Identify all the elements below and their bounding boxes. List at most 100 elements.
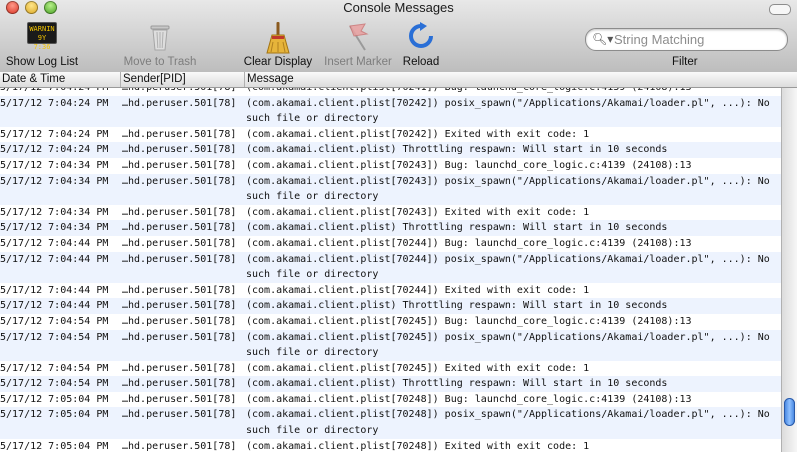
log-date: 5/17/12 7:04:44 PM	[0, 284, 109, 296]
log-message: (com.akamai.client.plist[70244]) posix_s…	[246, 253, 770, 281]
insert-marker-label: Insert Marker	[324, 56, 392, 68]
log-date: 5/17/12 7:04:34 PM	[0, 175, 109, 187]
warning-log-icon: WARNIN 9Y 7:36	[27, 22, 57, 51]
log-sender: …hd.peruser.501[78]	[122, 440, 237, 452]
log-row[interactable]: 5/17/12 7:04:24 PM …hd.peruser.501[78] (co…	[0, 127, 781, 143]
log-sender: …hd.peruser.501[78]	[122, 393, 237, 405]
trash-icon	[150, 25, 170, 51]
log-date: 5/17/12 7:05:04 PM	[0, 393, 109, 405]
log-row[interactable]: 5/17/12 7:05:04 PM …hd.peruser.501[78] (co…	[0, 439, 781, 452]
filter-search-field[interactable]: 🔍︎▾	[585, 28, 788, 51]
log-message: (com.akamai.client.plist) Throttling res…	[246, 222, 668, 234]
log-row[interactable]: 5/17/12 7:04:54 PM …hd.peruser.501[78] (co…	[0, 329, 781, 361]
log-row[interactable]: 5/17/12 7:05:04 PM …hd.peruser.501[78] (co…	[0, 392, 781, 408]
log-message: (com.akamai.client.plist[70248]) Bug: la…	[246, 393, 692, 405]
log-message: (com.akamai.client.plist[70245]) posix_s…	[246, 331, 770, 359]
column-header-sender[interactable]: Sender[PID]	[121, 72, 245, 87]
log-sender: …hd.peruser.501[78]	[122, 315, 237, 327]
log-date: 5/17/12 7:04:54 PM	[0, 315, 109, 327]
log-date: 5/17/12 7:04:54 PM	[0, 378, 109, 390]
log-sender: …hd.peruser.501[78]	[122, 144, 237, 156]
search-input[interactable]	[612, 30, 781, 49]
log-date: 5/17/12 7:04:24 PM	[0, 128, 109, 140]
log-message: (com.akamai.client.plist[70245]) Bug: la…	[246, 315, 692, 327]
log-sender: …hd.peruser.501[78]	[122, 175, 237, 187]
log-row[interactable]: 5/17/12 7:04:24 PM …hd.peruser.501[78] (co…	[0, 95, 781, 127]
log-sender: …hd.peruser.501[78]	[122, 206, 237, 218]
log-date: 5/17/12 7:04:24 PM	[0, 144, 109, 156]
log-row[interactable]: 5/17/12 7:04:44 PM …hd.peruser.501[78] (co…	[0, 283, 781, 299]
log-sender: …hd.peruser.501[78]	[122, 222, 237, 234]
log-message: (com.akamai.client.plist[70242]) Exited …	[246, 128, 590, 140]
broom-icon	[266, 22, 290, 54]
log-message: (com.akamai.client.plist[70241]) Bug: la…	[246, 88, 776, 96]
log-message: (com.akamai.client.plist[70243]) Bug: la…	[246, 159, 692, 171]
log-date: 5/17/12 7:04:34 PM	[0, 222, 109, 234]
show-log-list-label: Show Log List	[5, 56, 79, 68]
log-row[interactable]: 5/17/12 7:04:54 PM …hd.peruser.501[78] (co…	[0, 376, 781, 392]
log-date: 5/17/12 7:04:44 PM	[0, 253, 109, 265]
toolbar-toggle-button[interactable]	[769, 4, 791, 15]
log-row[interactable]: 5/17/12 7:04:34 PM …hd.peruser.501[78] (co…	[0, 205, 781, 221]
log-table[interactable]: 5/17/12 7:04:24 PM …hd.peruser.501[78] (co…	[0, 88, 781, 452]
log-date: 5/17/12 7:05:04 PM	[0, 409, 109, 421]
log-row[interactable]: 5/17/12 7:04:54 PM …hd.peruser.501[78] (co…	[0, 314, 781, 330]
log-row[interactable]: 5/17/12 7:04:24 PM …hd.peruser.501[78] (co…	[0, 142, 781, 158]
log-date: 5/17/12 7:04:24 PM	[0, 97, 109, 109]
log-date: 5/17/12 7:04:34 PM	[0, 206, 109, 218]
column-headers: Date & Time Sender[PID] Message	[0, 72, 797, 88]
clear-display-label: Clear Display	[243, 56, 313, 68]
scrollbar-thumb[interactable]	[784, 398, 795, 426]
log-sender: …hd.peruser.501[78]	[122, 128, 237, 140]
log-message: (com.akamai.client.plist) Throttling res…	[246, 144, 668, 156]
log-date: 5/17/12 7:04:54 PM	[0, 331, 109, 343]
log-row[interactable]: 5/17/12 7:04:44 PM …hd.peruser.501[78] (co…	[0, 298, 781, 314]
reload-icon	[409, 22, 433, 48]
move-to-trash-label: Move to Trash	[123, 56, 197, 68]
log-sender: …hd.peruser.501[78]	[122, 378, 237, 390]
log-message: (com.akamai.client.plist[70243]) posix_s…	[246, 175, 770, 203]
column-header-message[interactable]: Message	[245, 72, 781, 87]
log-row[interactable]: 5/17/12 7:04:34 PM …hd.peruser.501[78] (co…	[0, 173, 781, 205]
log-sender: …hd.peruser.501[78]	[122, 97, 237, 109]
log-message: (com.akamai.client.plist) Throttling res…	[246, 378, 668, 390]
log-row[interactable]: 5/17/12 7:04:34 PM …hd.peruser.501[78] (co…	[0, 158, 781, 174]
log-date: 5/17/12 7:04:24 PM	[0, 88, 108, 96]
vertical-scrollbar[interactable]	[781, 88, 797, 452]
log-message: (com.akamai.client.plist[70242]) posix_s…	[246, 97, 770, 125]
window-toolbar: Console Messages WARNIN 9Y 7:36 Show Log …	[0, 0, 797, 73]
log-message: (com.akamai.client.plist[70248]) Exited …	[246, 440, 590, 452]
log-sender: …hd.peruser.501[78]	[122, 331, 237, 343]
column-header-date[interactable]: Date & Time	[0, 72, 121, 87]
log-sender: …hd.peruser.501[78]	[122, 237, 237, 249]
log-sender: …hd.peruser.501[78]	[122, 300, 237, 312]
log-date: 5/17/12 7:04:34 PM	[0, 159, 109, 171]
log-row[interactable]: 5/17/12 7:04:44 PM …hd.peruser.501[78] (co…	[0, 236, 781, 252]
log-message: (com.akamai.client.plist[70244]) Exited …	[246, 284, 590, 296]
window-title: Console Messages	[343, 0, 454, 15]
log-row[interactable]: 5/17/12 7:04:24 PM …hd.peruser.501[78] (co…	[0, 88, 781, 96]
log-sender: …hd.peruser.501[78]	[122, 409, 237, 421]
log-date: 5/17/12 7:05:04 PM	[0, 440, 109, 452]
log-sender: …hd.peruser.501[78]	[122, 284, 237, 296]
log-sender: …hd.peruser.501[78]	[122, 159, 237, 171]
log-message: (com.akamai.client.plist[70245]) Exited …	[246, 362, 590, 374]
log-message: (com.akamai.client.plist[70243]) Exited …	[246, 206, 590, 218]
log-message: (com.akamai.client.plist[70244]) Bug: la…	[246, 237, 692, 249]
log-message: (com.akamai.client.plist[70248]) posix_s…	[246, 409, 770, 437]
log-row[interactable]: 5/17/12 7:04:44 PM …hd.peruser.501[78] (co…	[0, 251, 781, 283]
log-sender: …hd.peruser.501[78]	[122, 253, 237, 265]
log-row[interactable]: 5/17/12 7:04:54 PM …hd.peruser.501[78] (co…	[0, 361, 781, 377]
log-date: 5/17/12 7:04:44 PM	[0, 300, 109, 312]
flag-marker-icon	[349, 23, 369, 51]
log-sender: …hd.peruser.501[78]	[122, 88, 236, 96]
filter-label: Filter	[672, 56, 698, 68]
log-date: 5/17/12 7:04:44 PM	[0, 237, 109, 249]
log-message: (com.akamai.client.plist) Throttling res…	[246, 300, 668, 312]
log-date: 5/17/12 7:04:54 PM	[0, 362, 109, 374]
reload-label: Reload	[402, 56, 440, 68]
log-row[interactable]: 5/17/12 7:04:34 PM …hd.peruser.501[78] (co…	[0, 220, 781, 236]
log-row[interactable]: 5/17/12 7:05:04 PM …hd.peruser.501[78] (co…	[0, 407, 781, 439]
log-sender: …hd.peruser.501[78]	[122, 362, 237, 374]
search-icon[interactable]: 🔍︎▾	[592, 32, 613, 46]
